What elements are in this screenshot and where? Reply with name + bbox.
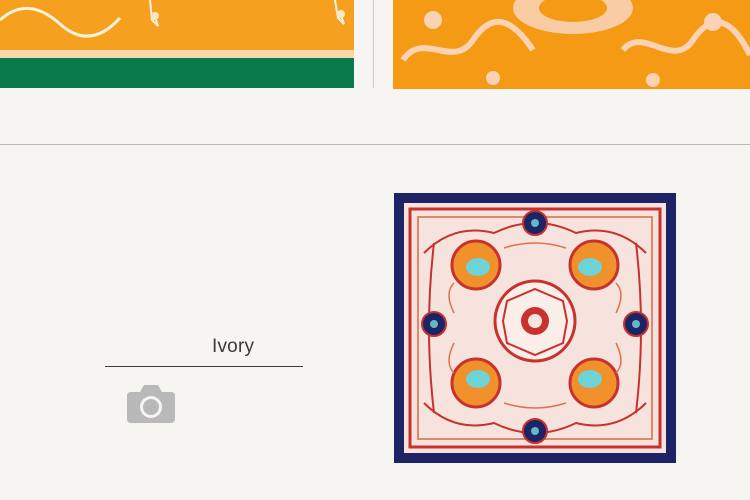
- product-thumbnail-right[interactable]: [393, 0, 750, 89]
- product-scarf-image[interactable]: [394, 193, 676, 463]
- product-thumbnail-strip: [0, 0, 750, 90]
- product-thumbnail-left[interactable]: [0, 0, 354, 88]
- thumbnail-right-image: [393, 0, 750, 89]
- color-label-underline: [105, 366, 303, 367]
- section-divider: [0, 144, 750, 145]
- thumbnail-left-image: [0, 0, 354, 88]
- camera-icon[interactable]: [125, 382, 177, 424]
- color-option-label: Ivory: [212, 336, 255, 357]
- scarf-pattern: [394, 193, 676, 463]
- thumbnail-divider: [373, 0, 374, 88]
